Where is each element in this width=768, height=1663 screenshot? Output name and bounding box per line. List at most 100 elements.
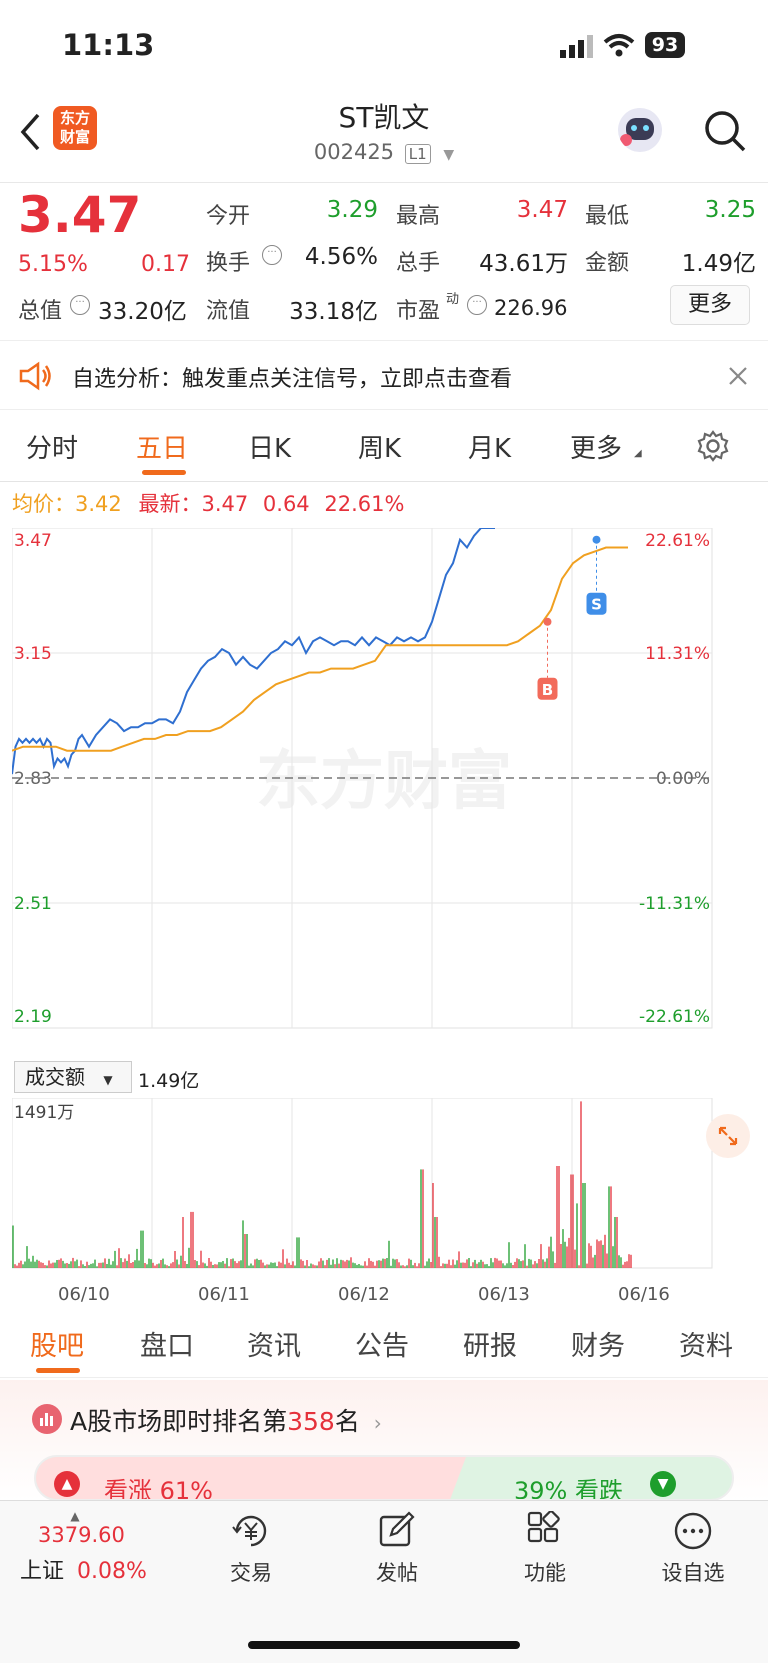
x-tick-label: 06/10	[58, 1284, 110, 1305]
latest-value: 3.47	[201, 492, 249, 516]
avg-price-value: 3.42	[75, 492, 122, 516]
period-tabs: 分时 五日 日K 周K 月K 更多 ◢	[0, 412, 768, 482]
gear-icon[interactable]	[696, 429, 730, 463]
current-price: 3.47	[18, 186, 142, 244]
latest-percent: 22.61%	[324, 492, 405, 516]
edit-icon	[379, 1511, 415, 1547]
trade-button[interactable]: 交易	[196, 1511, 306, 1587]
avg-price-label: 均价：	[12, 492, 75, 516]
chart-watermark: 东方财富	[256, 745, 512, 819]
robot-assistant-icon[interactable]	[618, 108, 662, 152]
avg-price-series-line	[12, 546, 628, 752]
rank-number: 358	[287, 1407, 335, 1436]
chevron-right-icon: ›	[373, 1411, 382, 1435]
index-widget[interactable]: ▲ 3379.60 上证 0.08%	[20, 1509, 170, 1585]
bullish-segment	[36, 1457, 466, 1499]
add-watchlist-button[interactable]: 设自选	[638, 1511, 748, 1587]
market-cap-value: 33.20亿	[98, 299, 187, 325]
x-tick-label: 06/13	[478, 1284, 530, 1305]
index-up-icon: ▲	[70, 1509, 80, 1523]
nav-header: 东方 财富 ST凯文 002425 L1 ▼	[0, 100, 768, 182]
y-tick-left: 2.19	[14, 1007, 52, 1027]
search-icon[interactable]	[703, 109, 747, 153]
chevron-down-icon: ▼	[103, 1073, 113, 1087]
volume-value: 1.49亿	[138, 1070, 200, 1092]
pe-superscript: 动	[446, 292, 460, 307]
change-amount: 0.17	[141, 252, 190, 277]
tab-order-book[interactable]: 盘口	[140, 1324, 194, 1363]
volume-metric-selector[interactable]: 成交额 ▼	[14, 1061, 132, 1093]
stock-code: 002425	[313, 140, 395, 164]
signal-icon	[560, 35, 593, 58]
tab-daily-k[interactable]: 日K	[248, 428, 291, 465]
tab-monthly-k[interactable]: 月K	[468, 428, 511, 465]
low-label: 最低	[585, 204, 630, 229]
notice-bar[interactable]: 自选分析：触发重点关注信号，立即点击查看	[0, 340, 768, 410]
info-icon[interactable]: ···	[262, 245, 282, 265]
tab-announcements[interactable]: 公告	[355, 1324, 409, 1363]
expand-icon[interactable]	[706, 1114, 750, 1158]
x-axis-labels: 06/10 06/11 06/12 06/13 06/16	[12, 1284, 757, 1308]
open-value: 3.29	[326, 197, 378, 223]
marker-label-B: B	[542, 681, 553, 699]
y-tick-left: 3.15	[14, 644, 52, 664]
post-button[interactable]: 发帖	[342, 1511, 452, 1587]
y-tick-right: 11.31%	[645, 644, 710, 664]
index-name: 上证	[20, 1559, 65, 1584]
chart-lines	[12, 528, 628, 775]
open-label: 今开	[206, 204, 251, 229]
high-value: 3.47	[516, 197, 568, 223]
tab-intraday[interactable]: 分时	[26, 428, 78, 465]
functions-button[interactable]: 功能	[490, 1511, 600, 1587]
tab-more[interactable]: 更多	[570, 428, 622, 465]
y-tick-left: 2.51	[14, 894, 52, 914]
high-label: 最高	[396, 204, 441, 229]
marker-point	[592, 535, 601, 544]
tab-profile[interactable]: 资料	[679, 1324, 733, 1363]
rank-text: A股市场即时排名第358名 ›	[70, 1402, 382, 1438]
status-time: 11:13	[62, 28, 155, 62]
sentiment-bar[interactable]: ▲ 看涨 61% 39% 看跌 ▼	[34, 1455, 734, 1501]
latest-change: 0.64	[262, 492, 310, 516]
y-axis-left: 3.47 3.15 2.83 2.51 2.19	[14, 531, 52, 1027]
marker-label-S: S	[591, 596, 602, 614]
latest-label: 最新：	[138, 492, 202, 516]
info-icon[interactable]: ···	[70, 295, 90, 315]
price-series-line	[12, 528, 495, 775]
price-chart[interactable]: 东方财富 B S 3.47 3.15 2.83 2.51 2.19 22.61% 11.31…	[12, 528, 757, 1056]
tab-research[interactable]: 研报	[463, 1324, 517, 1363]
rank-prefix: A股市场即时排名第	[70, 1407, 288, 1436]
post-label: 发帖	[376, 1561, 418, 1585]
tab-financials[interactable]: 财务	[571, 1324, 625, 1363]
more-dots-icon	[674, 1512, 712, 1550]
active-tab-indicator	[36, 1368, 80, 1373]
volume-max-label: 1491万	[14, 1103, 74, 1123]
info-icon[interactable]: ···	[467, 295, 487, 315]
rank-chart-icon	[32, 1404, 62, 1434]
speaker-icon	[19, 361, 51, 391]
tab-weekly-k[interactable]: 周K	[358, 428, 401, 465]
level-badge: L1	[404, 144, 431, 164]
x-tick-label: 06/11	[198, 1284, 250, 1305]
volume-chart[interactable]: 1491万	[12, 1098, 757, 1278]
notice-text: 自选分析：触发重点关注信号，立即点击查看	[72, 367, 513, 392]
chart-info-line: 均价：3.42 最新：3.47 0.64 22.61%	[12, 488, 404, 518]
tab-forum[interactable]: 股吧	[30, 1324, 84, 1363]
index-percent: 0.08%	[77, 1559, 147, 1584]
rank-section[interactable]: A股市场即时排名第358名 › ▲ 看涨 61% 39% 看跌 ▼	[0, 1380, 768, 1501]
y-tick-left: 3.47	[14, 531, 52, 551]
tab-five-day[interactable]: 五日	[136, 428, 188, 465]
y-axis-right: 22.61% 11.31% 0.00% -11.31% -22.61%	[639, 531, 710, 1027]
turnover-value: 4.56%	[304, 244, 378, 270]
amount-value: 1.49亿	[681, 251, 756, 277]
tab-news[interactable]: 资讯	[247, 1324, 301, 1363]
more-quote-button[interactable]: 更多	[670, 285, 750, 325]
close-icon[interactable]	[728, 366, 748, 386]
index-value: 3379.60	[38, 1523, 125, 1547]
more-caret-icon: ◢	[634, 448, 642, 459]
watchlist-label: 设自选	[661, 1561, 725, 1585]
volume-selector-label: 成交额	[25, 1065, 85, 1089]
wifi-icon	[603, 34, 635, 57]
volume-bars	[12, 1101, 632, 1268]
bullish-arrow-icon: ▲	[54, 1471, 80, 1497]
